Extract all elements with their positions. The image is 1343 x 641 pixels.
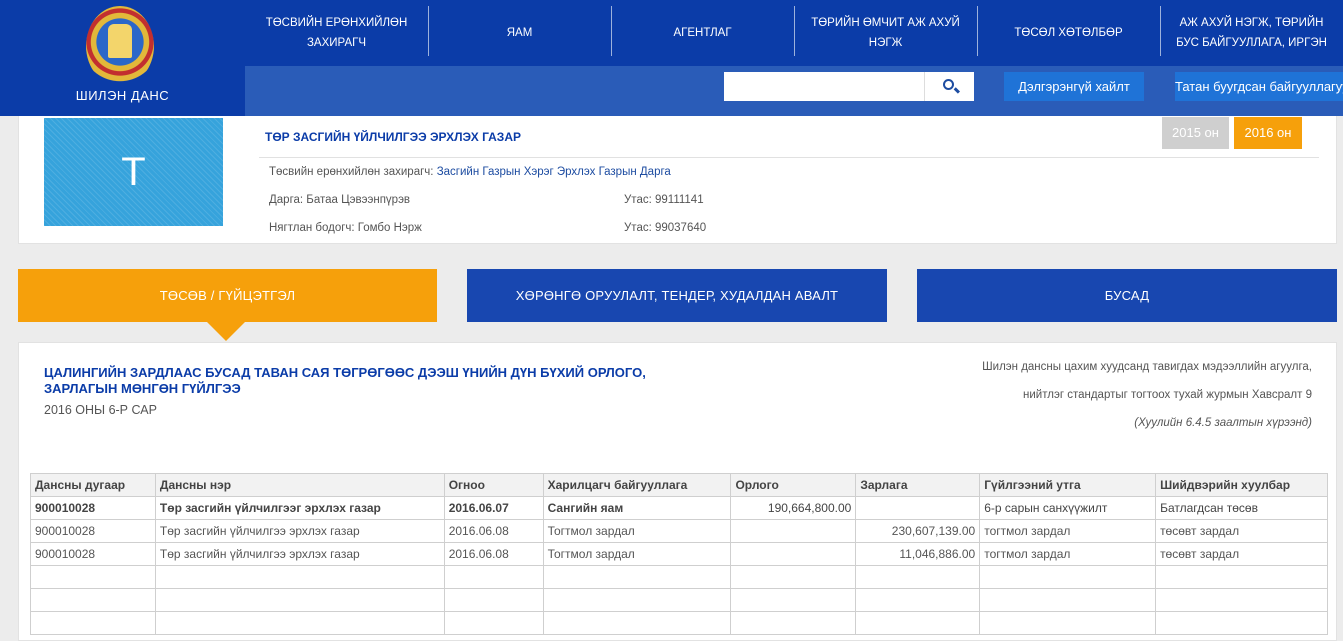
budget-manager-link[interactable]: Засгийн Газрын Хэрэг Эрхлэх Газрын Дарга xyxy=(437,166,671,178)
empty-table-row xyxy=(30,611,1328,635)
cell-account-name: Төр засгийн үйлчилгээ эрхлэх газар xyxy=(154,542,445,566)
cell-expense: 11,046,886.00 xyxy=(855,542,981,566)
col-header-income[interactable]: Орлого xyxy=(730,473,857,497)
cell-date: 2016.06.07 xyxy=(443,496,544,520)
nav-projects[interactable]: ТӨСӨЛ ХӨТӨЛБӨР xyxy=(977,0,1160,66)
regulation-note-2: нийтлэг стандартыг тогтоох тухай журмын … xyxy=(1023,389,1312,401)
organization-card: Т ТӨР ЗАСГИЙН ҮЙЛЧИЛГЭЭ ЭРХЛЭХ ГАЗАР Төс… xyxy=(18,116,1337,244)
accountant-phone: Утас: 99037640 xyxy=(624,222,707,234)
cell-counterparty: Сангийн яам xyxy=(542,496,732,520)
nav-business-ngo[interactable]: АЖ АХУЙ НЭГЖ, ТӨРИЙН БУС БАЙГУУЛЛАГА, ИР… xyxy=(1160,0,1343,66)
search-icon-handle xyxy=(953,87,961,94)
state-emblem-icon xyxy=(86,6,154,86)
report-period: 2016 ОНЫ 6-Р САР xyxy=(44,403,157,417)
cell-counterparty: Тогтмол зардал xyxy=(542,519,732,543)
cell-expense: 230,607,139.00 xyxy=(855,519,981,543)
nav-state-owned[interactable]: ТӨРИЙН ӨМЧИТ АЖ АХУЙ НЭГЖ xyxy=(794,0,977,66)
search-bar: Дэлгэрэнгүй хайлт Татан буугдсан байгуул… xyxy=(245,66,1343,116)
tab-other[interactable]: БУСАД xyxy=(917,269,1337,322)
col-header-date[interactable]: Огноо xyxy=(443,473,544,497)
col-header-account-name[interactable]: Дансны нэр xyxy=(154,473,445,497)
cell-account-name: Төр засгийн үйлчилгээг эрхлэх газар xyxy=(154,496,445,520)
active-tab-arrow xyxy=(207,322,245,341)
transactions-table: Дансны дугаар Дансны нэр Огноо Харилцагч… xyxy=(30,473,1328,635)
advanced-search-button[interactable]: Дэлгэрэнгүй хайлт xyxy=(1004,72,1144,101)
emblem-horse-icon xyxy=(108,24,132,58)
head-name: Дарга: Батаа Цэвээнпүрэв xyxy=(269,194,411,206)
col-header-expense[interactable]: Зарлага xyxy=(855,473,981,497)
divider xyxy=(259,157,1319,158)
nav-ministry[interactable]: ЯАМ xyxy=(428,0,611,66)
cell-decision: төсөвт зардал xyxy=(1155,519,1328,543)
tab-investment[interactable]: ХӨРӨНГӨ ОРУУЛАЛТ, ТЕНДЕР, ХУДАЛДАН АВАЛТ xyxy=(467,269,887,322)
col-header-decision[interactable]: Шийдвэрийн хуулбар xyxy=(1155,473,1328,497)
org-title: ТӨР ЗАСГИЙН ҮЙЛЧИЛГЭЭ ЭРХЛЭХ ГАЗАР xyxy=(265,130,521,144)
cell-income xyxy=(730,542,857,566)
cell-description: 6-р сарын санхүүжилт xyxy=(979,496,1157,520)
col-header-counterparty[interactable]: Харилцагч байгууллага xyxy=(542,473,732,497)
cell-date: 2016.06.08 xyxy=(443,542,544,566)
table-header-row: Дансны дугаар Дансны нэр Огноо Харилцагч… xyxy=(30,473,1328,497)
nav-budget-manager[interactable]: ТӨСВИЙН ЕРӨНХИЙЛӨН ЗАХИРАГЧ xyxy=(245,0,428,66)
cell-decision: төсөвт зардал xyxy=(1155,542,1328,566)
report-panel: ЦАЛИНГИЙН ЗАРДЛААС БУСАД ТАВАН САЯ ТӨГРӨ… xyxy=(18,342,1337,641)
col-header-account-no[interactable]: Дансны дугаар xyxy=(30,473,156,497)
cell-decision: Батлагдсан төсөв xyxy=(1155,496,1328,520)
budget-manager-line: Төсвийн ерөнхийлөн захирагч: Засгийн Газ… xyxy=(269,166,671,178)
cell-income xyxy=(730,519,857,543)
dissolved-orgs-button[interactable]: Татан буугдсан байгууллагууд xyxy=(1175,72,1343,101)
year-2016-button[interactable]: 2016 он xyxy=(1234,117,1302,149)
regulation-note-1: Шилэн дансны цахим хуудсанд тавигдах мэд… xyxy=(982,361,1312,373)
cell-description: тогтмол зардал xyxy=(979,542,1157,566)
tab-budget[interactable]: ТӨСӨВ / ГҮЙЦЭТГЭЛ xyxy=(18,269,437,322)
budget-manager-label: Төсвийн ерөнхийлөн захирагч: xyxy=(269,166,434,178)
table-row[interactable]: 900010028 Төр засгийн үйлчилгээг эрхлэх … xyxy=(30,496,1328,520)
search-icon xyxy=(943,79,954,90)
cell-counterparty: Тогтмол зардал xyxy=(542,542,732,566)
logo-text: ШИЛЭН ДАНС xyxy=(75,88,170,103)
year-2015-button[interactable]: 2015 он xyxy=(1162,117,1229,149)
main-nav: ТӨСВИЙН ЕРӨНХИЙЛӨН ЗАХИРАГЧ ЯАМ АГЕНТЛАГ… xyxy=(245,0,1343,66)
empty-table-row xyxy=(30,588,1328,612)
table-row[interactable]: 900010028 Төр засгийн үйлчилгээ эрхлэх г… xyxy=(30,542,1328,566)
col-header-description[interactable]: Гүйлгээний утга xyxy=(979,473,1157,497)
logo[interactable]: ШИЛЭН ДАНС xyxy=(0,0,245,116)
cell-expense xyxy=(855,496,981,520)
site-header: ШИЛЭН ДАНС ТӨСВИЙН ЕРӨНХИЙЛӨН ЗАХИРАГЧ Я… xyxy=(0,0,1343,116)
search-input[interactable] xyxy=(724,72,924,101)
cell-account-no: 900010028 xyxy=(30,519,156,543)
cell-description: тогтмол зардал xyxy=(979,519,1157,543)
cell-account-no: 900010028 xyxy=(30,496,156,520)
regulation-note-3: (Хуулийн 6.4.5 заалтын хүрээнд) xyxy=(1134,417,1312,429)
cell-date: 2016.06.08 xyxy=(443,519,544,543)
report-title: ЦАЛИНГИЙН ЗАРДЛААС БУСАД ТАВАН САЯ ТӨГРӨ… xyxy=(44,365,646,396)
search-button[interactable] xyxy=(924,72,974,101)
cell-account-no: 900010028 xyxy=(30,542,156,566)
empty-table-row xyxy=(30,565,1328,589)
org-avatar: Т xyxy=(44,118,223,226)
accountant-name: Нягтлан бодогч: Гомбо Нэрж xyxy=(269,222,422,234)
cell-account-name: Төр засгийн үйлчилгээ эрхлэх газар xyxy=(154,519,445,543)
nav-agency[interactable]: АГЕНТЛАГ xyxy=(611,0,794,66)
table-row[interactable]: 900010028 Төр засгийн үйлчилгээ эрхлэх г… xyxy=(30,519,1328,543)
head-phone: Утас: 99111141 xyxy=(624,194,704,206)
cell-income: 190,664,800.00 xyxy=(730,496,857,520)
